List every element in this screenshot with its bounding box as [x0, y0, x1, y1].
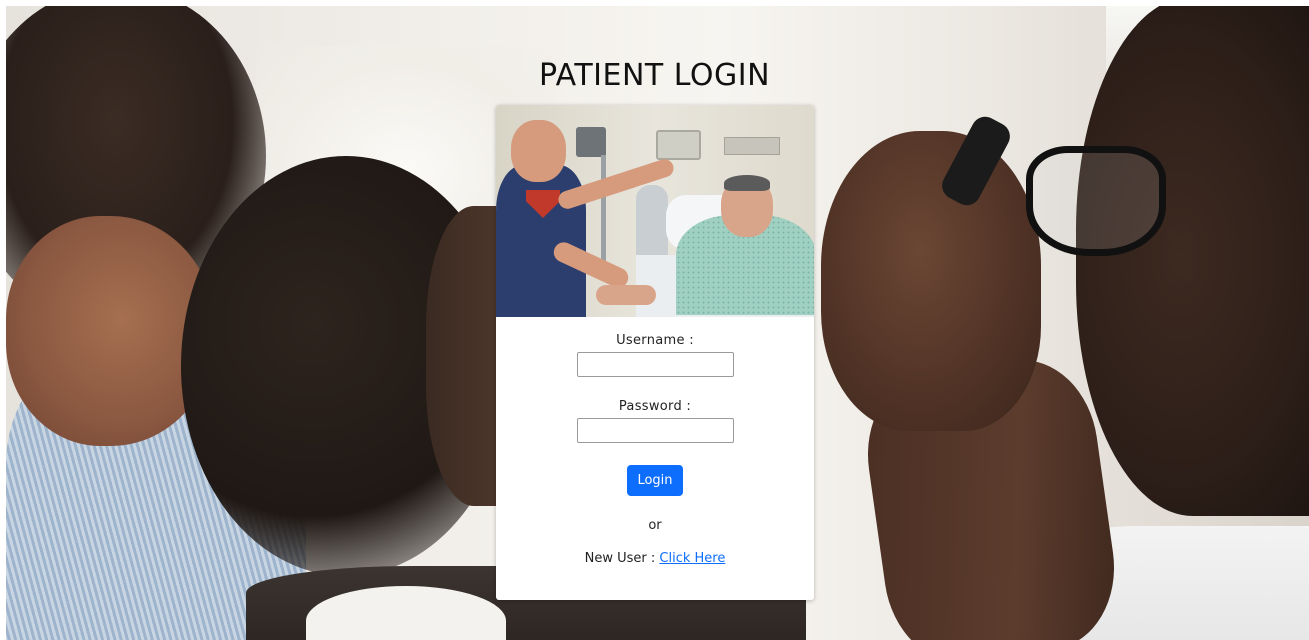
password-label: Password : — [618, 399, 692, 414]
hero-visitor-head — [511, 120, 566, 182]
bg-doctor-hand — [821, 131, 1041, 431]
page: PATIENT LOGIN Username : Password: Logi… — [0, 0, 1309, 640]
new-user-row: New User : Click Here — [496, 551, 814, 566]
hero-iv-pole — [601, 155, 606, 275]
page-title: PATIENT LOGIN — [538, 58, 771, 93]
username-input[interactable] — [576, 352, 734, 377]
hero-image — [496, 105, 814, 317]
register-link[interactable]: Click Here — [659, 551, 725, 566]
username-label: Username : — [616, 333, 694, 348]
login-card: Username : Password : Login or New User … — [496, 105, 814, 600]
hero-monitor — [576, 127, 606, 157]
password-input[interactable] — [576, 418, 734, 443]
hero-holding-hands — [596, 285, 656, 305]
login-button[interactable]: Login — [627, 465, 683, 496]
login-form: Username : Password : Login or New User … — [496, 317, 814, 566]
password-group: Password : — [496, 399, 814, 443]
new-user-label: New User : — [584, 551, 656, 566]
hero-wall-panel — [656, 130, 701, 160]
bg-doctor-glasses — [1026, 146, 1166, 256]
or-separator: or — [648, 518, 662, 533]
hero-outlet — [724, 137, 780, 155]
hero-patient-hair — [724, 175, 770, 191]
